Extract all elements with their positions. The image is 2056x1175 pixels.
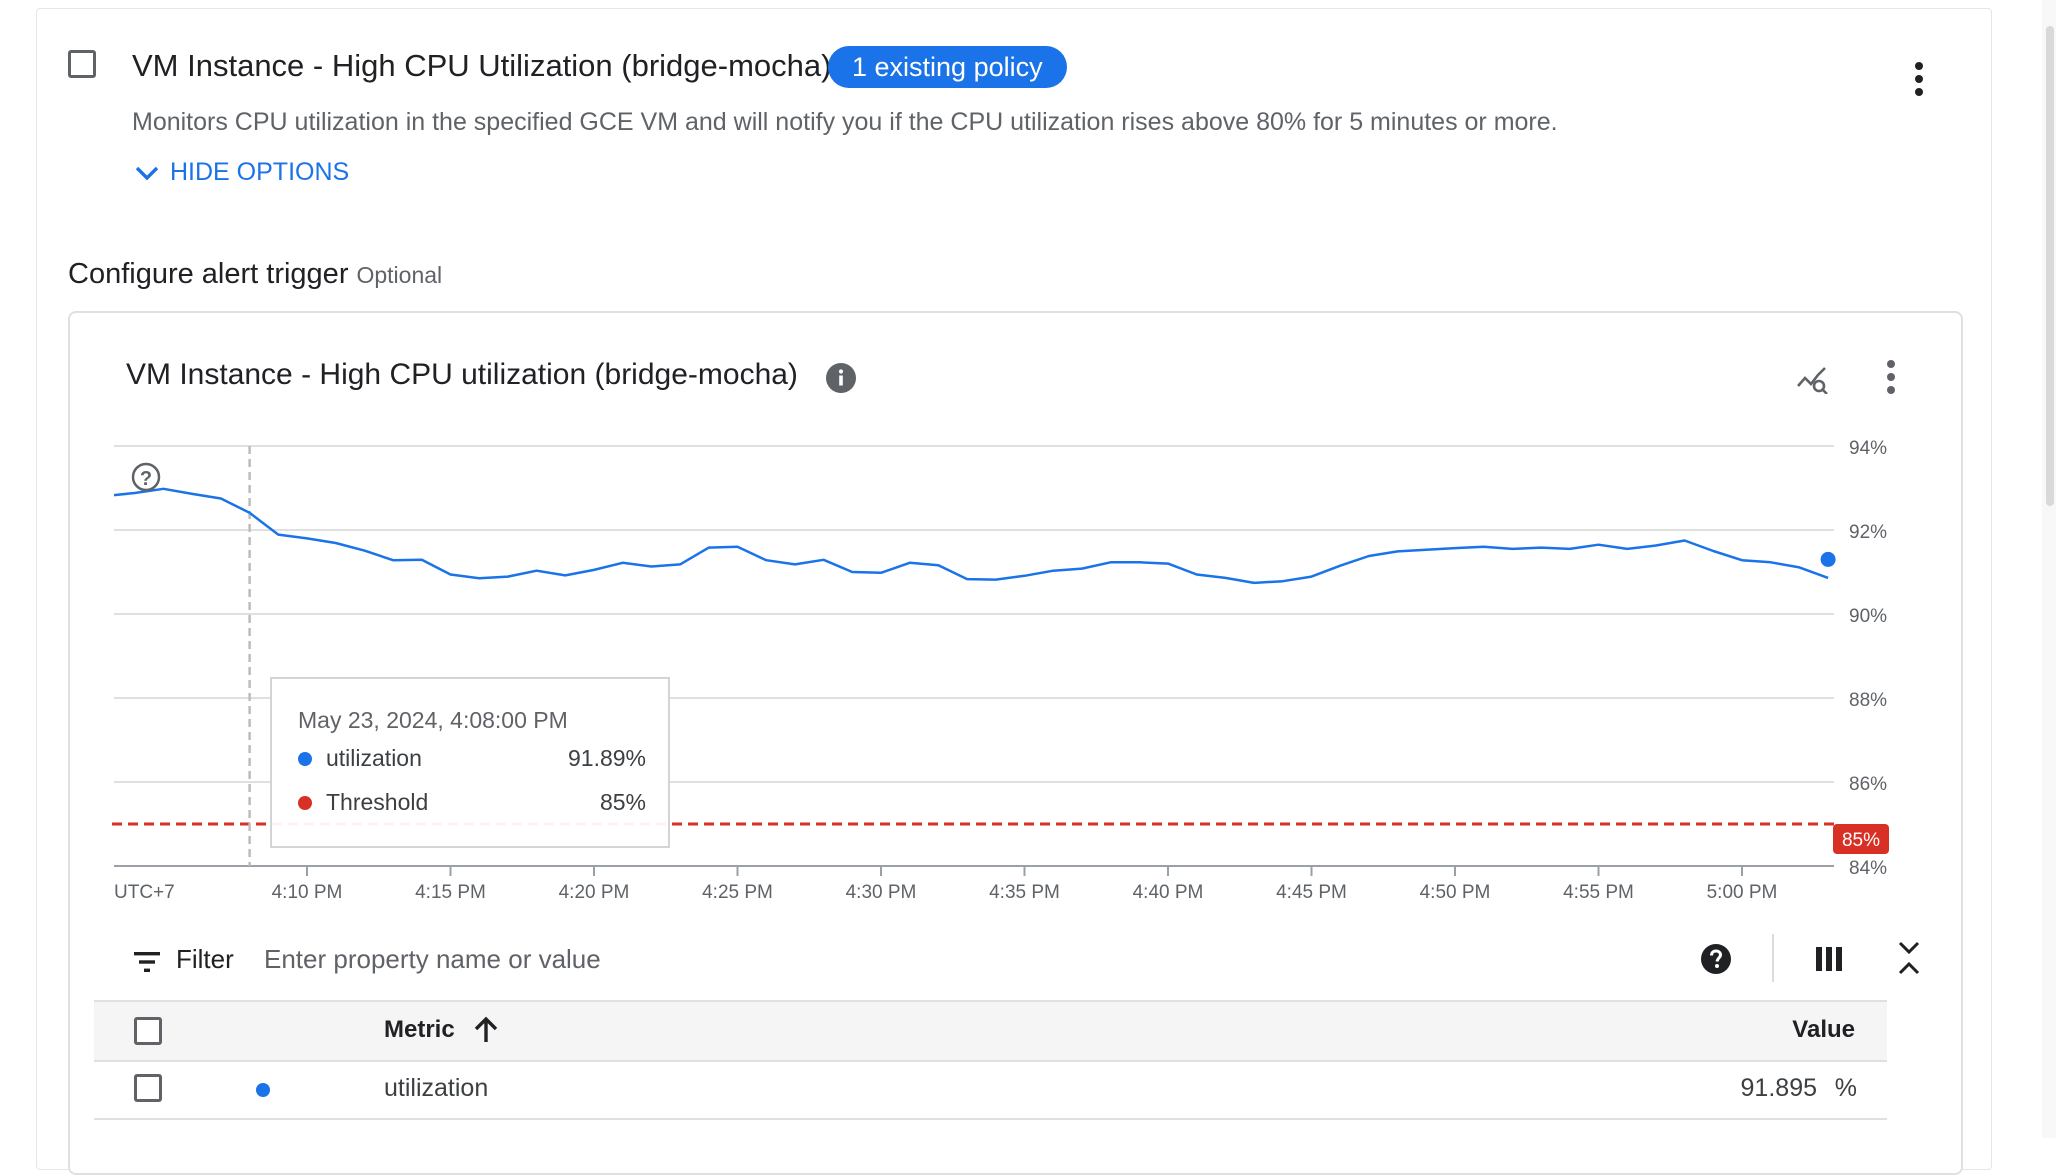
x-tick-label: 4:45 PM <box>1276 882 1347 903</box>
tooltip-row-utilization: utilization 91.89% <box>298 745 646 772</box>
timezone-label: UTC+7 <box>114 882 175 903</box>
tooltip-series-name: utilization <box>326 745 422 771</box>
tooltip-date: May 23, 2024, 4:08:00 PM <box>298 707 568 733</box>
x-tick-label: 4:25 PM <box>702 882 773 903</box>
tooltip-threshold-name: Threshold <box>326 789 429 815</box>
filter-label: Filter <box>176 944 234 974</box>
last-data-point[interactable] <box>1820 551 1836 567</box>
select-all-checkbox[interactable] <box>134 1017 162 1045</box>
threshold-color-dot <box>298 795 312 810</box>
row-checkbox[interactable] <box>134 1074 162 1102</box>
filter-input[interactable] <box>262 938 1266 980</box>
x-tick-label: 4:55 PM <box>1563 882 1634 903</box>
x-tick-label: 5:00 PM <box>1707 882 1778 903</box>
row-metric-value: 91.895 <box>1740 1074 1817 1102</box>
row-metric-name: utilization <box>384 1074 489 1102</box>
y-tick-label: 94% <box>1849 438 1887 459</box>
y-tick-label: 88% <box>1849 690 1887 711</box>
series-line-utilization[interactable] <box>113 487 1829 585</box>
tooltip-row-threshold: Threshold 85% <box>298 789 646 816</box>
unfold-less-icon[interactable] <box>1896 940 1922 976</box>
value-column-header[interactable]: Value <box>1792 1016 1855 1044</box>
x-tick-label: 4:20 PM <box>559 882 630 903</box>
x-tick-label: 4:30 PM <box>846 882 917 903</box>
row-metric-unit: % <box>1834 1074 1857 1102</box>
x-tick-label: 4:15 PM <box>415 882 486 903</box>
x-tick-label: 4:40 PM <box>1133 882 1204 903</box>
series-color-dot <box>298 751 312 766</box>
x-tick-label: 4:50 PM <box>1420 882 1491 903</box>
metric-column-header[interactable]: Metric <box>384 1016 499 1044</box>
series-color-dot <box>256 1083 270 1097</box>
help-icon[interactable] <box>1700 943 1732 975</box>
x-tick-label: 4:10 PM <box>272 882 343 903</box>
metric-header-label: Metric <box>384 1016 455 1043</box>
y-tick-label: 92% <box>1849 522 1887 543</box>
toolbar-divider <box>1772 934 1774 982</box>
table-row[interactable]: utilization 91.895 % <box>94 1060 1887 1120</box>
arrow-upward-icon[interactable] <box>473 1016 499 1044</box>
filter-bar: Filter <box>94 938 1884 986</box>
question-mark-glyph: ? <box>140 468 152 490</box>
y-tick-label: 86% <box>1849 774 1887 795</box>
tooltip-series-value: 91.89% <box>567 745 646 771</box>
chart-tooltip: May 23, 2024, 4:08:00 PM utilization 91.… <box>270 677 670 848</box>
columns-icon[interactable] <box>1816 947 1842 971</box>
filter-list-icon[interactable] <box>134 952 160 972</box>
x-tick-label: 4:35 PM <box>989 882 1060 903</box>
y-tick-label: 84% <box>1849 858 1887 879</box>
table-header: Metric Value <box>94 1000 1887 1062</box>
tooltip-threshold-value: 85% <box>599 789 646 815</box>
y-tick-label: 90% <box>1849 606 1887 627</box>
threshold-badge-label: 85% <box>1842 830 1880 851</box>
